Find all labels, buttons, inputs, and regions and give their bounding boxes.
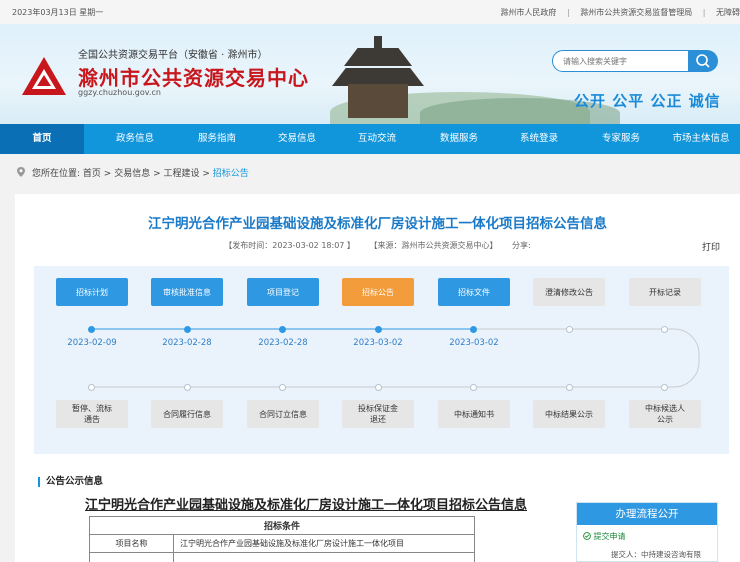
step-contract-signing[interactable]: 合同订立信息 (247, 400, 319, 428)
site-subtitle: 全国公共资源交易平台（安徽省 · 滁州市） (78, 50, 268, 61)
step-award-result[interactable]: 中标结果公示 (533, 400, 605, 428)
timeline-dot (566, 384, 573, 391)
timeline-dot (470, 384, 477, 391)
breadcrumb-prefix: 您所在位置: (32, 169, 81, 179)
timeline-dot (661, 326, 668, 333)
page-title: 江宁明光合作产业园基础设施及标准化厂房设计施工一体化项目招标公告信息 (148, 216, 607, 232)
step-date: 2023-02-28 (162, 338, 212, 348)
timeline-dot (566, 326, 573, 333)
nav-item-home[interactable]: 首页 (0, 124, 84, 154)
location-pin-icon (17, 167, 25, 177)
table-key: 项目名称 (89, 534, 174, 553)
process-step-submit[interactable]: 提交申请 (583, 531, 626, 542)
slogan: 公开 公平 公正 诚信 (574, 92, 721, 110)
table-value (173, 552, 475, 562)
header-banner: 全国公共资源交易平台（安徽省 · 滁州市） 滁州市公共资源交易中心 ggzy.c… (0, 24, 740, 124)
step-date: 2023-02-28 (258, 338, 308, 348)
breadcrumb: 您所在位置: 首页 > 交易信息 > 工程建设 > 招标公告 (16, 166, 249, 179)
step-project-registration[interactable]: 项目登记 (247, 278, 319, 306)
pavilion-body (348, 84, 408, 118)
top-links: 滁州市人民政府 | 滁州市公共资源交易监督管理局 | 无障碍 (492, 7, 740, 18)
content-card: 江宁明光合作产业园基础设施及标准化厂房设计施工一体化项目招标公告信息 【发布时间… (15, 194, 740, 562)
timeline-dot (184, 384, 191, 391)
current-date: 2023年03月13日 星期一 (12, 8, 104, 17)
document-title: 江宁明光合作产业园基础设施及标准化厂房设计施工一体化项目招标公告信息 (85, 498, 528, 513)
step-clarification-notice[interactable]: 澄清修改公告 (533, 278, 605, 306)
timeline-dot (88, 384, 95, 391)
nav-item-market-entity[interactable]: 市场主体信息 (662, 124, 740, 154)
breadcrumb-home[interactable]: 首页 (83, 169, 101, 179)
search-input[interactable] (552, 50, 692, 72)
share-label[interactable]: 分享: (512, 241, 531, 250)
step-tender-plan[interactable]: 招标计划 (56, 278, 128, 306)
search-icon (696, 54, 710, 68)
nav-item-trade-info[interactable]: 交易信息 (262, 124, 332, 154)
nav-item-government-info[interactable]: 政务信息 (100, 124, 170, 154)
timeline-dot (375, 326, 382, 333)
step-bid-opening-record[interactable]: 开标记录 (629, 278, 701, 306)
timeline-dot (375, 384, 382, 391)
pavilion-roof (344, 48, 412, 66)
nav-item-system-login[interactable]: 系统登录 (504, 124, 574, 154)
breadcrumb-engineering[interactable]: 工程建设 (163, 169, 199, 179)
timeline-dot (470, 326, 477, 333)
step-deposit-refund[interactable]: 投标保证金 退还 (342, 400, 414, 428)
section-heading: 公告公示信息 (38, 477, 103, 487)
pavilion-spire (374, 36, 382, 50)
timeline-dot (88, 326, 95, 333)
print-button[interactable]: 打印 (702, 240, 720, 253)
tender-conditions-table: 招标条件 项目名称 江宁明光合作产业园基础设施及标准化厂房设计施工一体化项目 (89, 516, 475, 562)
step-contract-performance[interactable]: 合同履行信息 (151, 400, 223, 428)
site-title[interactable]: 滁州市公共资源交易中心 (78, 62, 309, 91)
divider: | (566, 8, 570, 17)
step-award-notice[interactable]: 中标通知书 (438, 400, 510, 428)
search-box (552, 50, 718, 72)
step-suspension-notice[interactable]: 暂停、流标 通告 (56, 400, 128, 428)
table-header: 招标条件 (89, 516, 475, 535)
nav-item-service-guide[interactable]: 服务指南 (182, 124, 252, 154)
table-value: 江宁明光合作产业园基础设施及标准化厂房设计施工一体化项目 (173, 534, 475, 553)
process-step-submitter: 提交人：中持建设咨询有限 (611, 550, 701, 559)
breadcrumb-trade-info[interactable]: 交易信息 (114, 169, 150, 179)
nav-item-expert-service[interactable]: 专家服务 (586, 124, 656, 154)
process-timeline: 招标计划 审核批准信息 项目登记 招标公告 招标文件 澄清修改公告 开标记录 2… (34, 266, 729, 454)
step-date: 2023-02-09 (67, 338, 117, 348)
site-url: ggzy.chuzhou.gov.cn (78, 88, 161, 97)
divider: | (702, 8, 706, 17)
step-tender-documents[interactable]: 招标文件 (438, 278, 510, 306)
article-meta: 【发布时间：2023-03-02 18:07 】 【来源：滁州市公共资源交易中心… (15, 240, 740, 251)
step-tender-notice[interactable]: 招标公告 (342, 278, 414, 306)
search-button[interactable] (688, 50, 718, 72)
step-date: 2023-03-02 (449, 338, 499, 348)
timeline-dot (661, 384, 668, 391)
step-candidate-publicity[interactable]: 中标候选人 公示 (629, 400, 701, 428)
top-bar: 2023年03月13日 星期一 滁州市人民政府 | 滁州市公共资源交易监督管理局… (0, 0, 740, 24)
table-row: 项目名称 江宁明光合作产业园基础设施及标准化厂房设计施工一体化项目 (89, 534, 475, 553)
breadcrumb-current[interactable]: 招标公告 (213, 169, 249, 179)
process-panel-title: 办理流程公开 (577, 503, 717, 525)
process-step-label: 提交申请 (593, 532, 626, 541)
table-row: 招标条件 (89, 516, 475, 535)
publish-time: 【发布时间：2023-03-02 18:07 】 (224, 241, 355, 250)
timeline-dot (184, 326, 191, 333)
main-nav: 首页 政务信息 服务指南 交易信息 互动交流 数据服务 系统登录 专家服务 市场… (0, 124, 740, 154)
nav-item-data-service[interactable]: 数据服务 (424, 124, 494, 154)
table-row (89, 552, 475, 562)
link-accessibility[interactable]: 无障碍 (716, 8, 740, 17)
nav-item-interaction[interactable]: 互动交流 (342, 124, 412, 154)
table-key (89, 552, 174, 562)
site-logo-icon[interactable] (20, 55, 68, 97)
process-panel: 办理流程公开 提交申请 提交人：中持建设咨询有限 (576, 502, 718, 562)
timeline-dot (279, 384, 286, 391)
timeline-dot (279, 326, 286, 333)
link-city-government[interactable]: 滁州市人民政府 (500, 8, 556, 17)
check-circle-icon (583, 532, 591, 540)
step-date: 2023-03-02 (353, 338, 403, 348)
article-source: 【来源：滁州市公共资源交易中心】 (369, 241, 498, 250)
step-approval-info[interactable]: 审核批准信息 (151, 278, 223, 306)
link-supervision-bureau[interactable]: 滁州市公共资源交易监督管理局 (580, 8, 692, 17)
